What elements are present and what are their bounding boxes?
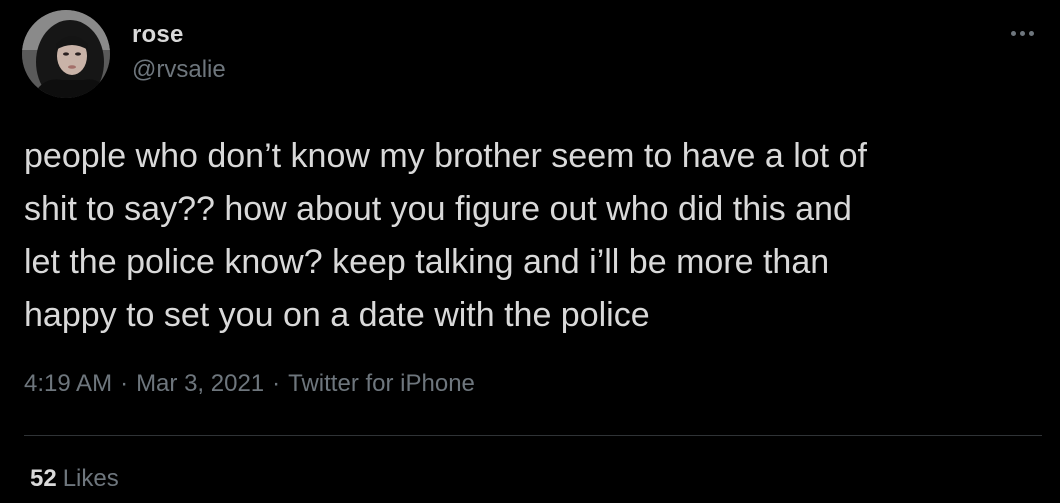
tweet-date[interactable]: Mar 3, 2021 <box>136 370 264 398</box>
author-handle[interactable]: @rvsalie <box>132 56 226 84</box>
avatar[interactable] <box>22 10 110 98</box>
tweet-meta: 4:19 AM · Mar 3, 2021 · Twitter for iPho… <box>24 370 475 398</box>
more-options-button[interactable] <box>1002 18 1042 48</box>
more-dots-icon <box>1010 30 1016 36</box>
tweet-source[interactable]: Twitter for iPhone <box>288 370 475 398</box>
more-dots-icon <box>1028 30 1034 36</box>
tweet-card: rose @rvsalie people who don’t know my b… <box>0 0 1060 503</box>
likes-label: Likes <box>62 465 119 492</box>
likes-stat[interactable]: 52 Likes <box>30 465 119 493</box>
tweet-time[interactable]: 4:19 AM <box>24 370 112 398</box>
avatar-image <box>22 10 110 98</box>
likes-count: 52 <box>30 465 57 492</box>
meta-separator: · <box>272 370 281 397</box>
author-name[interactable]: rose <box>132 21 184 49</box>
meta-separator: · <box>120 370 129 397</box>
tweet-text: people who don’t know my brother seem to… <box>24 137 867 334</box>
more-dots-icon <box>1019 30 1025 36</box>
divider <box>24 435 1042 436</box>
